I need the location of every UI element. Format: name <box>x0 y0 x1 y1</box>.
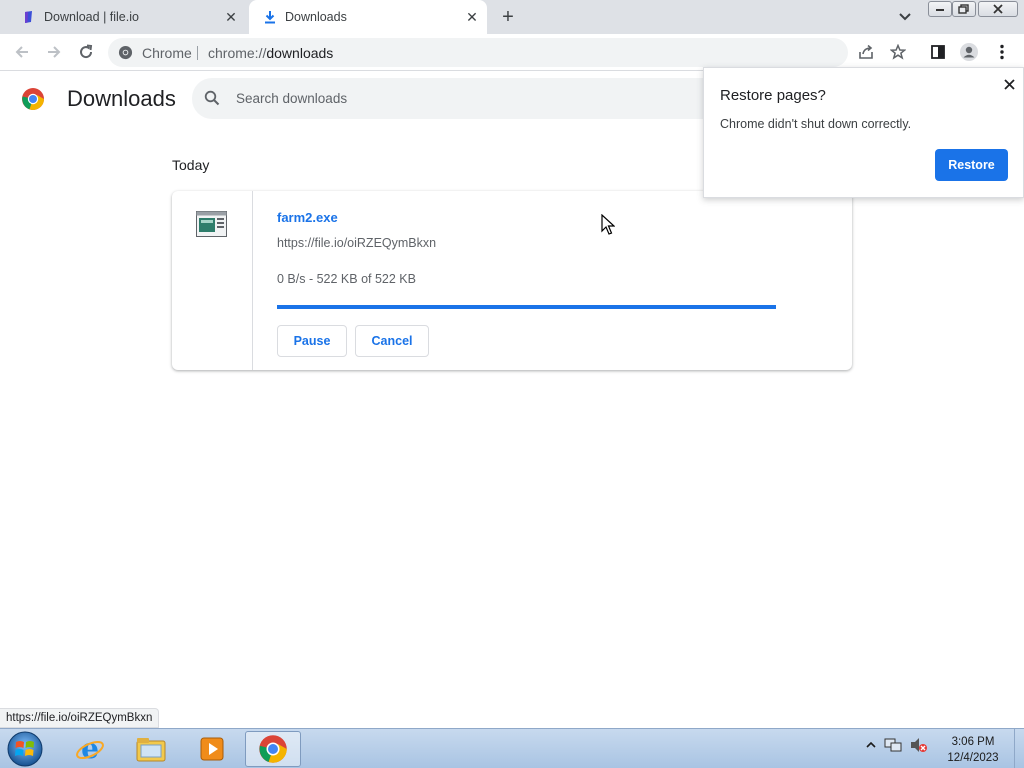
download-status-text: 0 B/s - 522 KB of 522 KB <box>277 272 416 286</box>
url-path: downloads <box>266 45 334 61</box>
show-desktop-button[interactable] <box>1014 729 1024 768</box>
reload-icon[interactable] <box>74 40 98 64</box>
windows-taskbar: e 3:06 PM 12/4/2023 <box>0 728 1024 768</box>
volume-muted-icon[interactable] <box>910 737 928 753</box>
executable-file-icon <box>196 211 227 237</box>
menu-icon[interactable] <box>992 42 1012 62</box>
new-tab-button[interactable]: + <box>496 6 520 28</box>
address-bar[interactable]: Chrome chrome://downloads <box>108 38 848 67</box>
tab-fileio[interactable]: Download | file.io ✕ <box>8 0 246 34</box>
file-explorer-icon[interactable] <box>123 731 179 767</box>
show-hidden-icons-icon[interactable] <box>866 740 876 750</box>
clock-date: 12/4/2023 <box>947 752 999 764</box>
svg-text:e: e <box>81 734 99 764</box>
mouse-cursor-icon <box>601 214 615 235</box>
status-bubble-url: https://file.io/oiRZEQymBkxn <box>0 708 160 728</box>
url-scheme: chrome:// <box>208 45 267 61</box>
search-bar[interactable] <box>192 78 752 119</box>
close-window-button[interactable] <box>978 1 1018 17</box>
chrome-site-icon <box>118 45 133 60</box>
forward-icon[interactable] <box>42 40 66 64</box>
internet-explorer-icon[interactable]: e <box>62 731 118 767</box>
url-text: chrome://downloads <box>208 45 333 61</box>
restore-message: Chrome didn't shut down correctly. <box>720 117 912 131</box>
cancel-button[interactable]: Cancel <box>355 325 429 357</box>
chrome-icon[interactable] <box>245 731 301 767</box>
download-arrow-icon <box>265 11 275 24</box>
profile-icon[interactable] <box>959 42 979 62</box>
file-name-link[interactable]: farm2.exe <box>277 210 338 225</box>
restore-pages-bubble: Restore pages? Chrome didn't shut down c… <box>703 67 1024 198</box>
fileio-logo-icon <box>25 11 32 23</box>
minimize-window-button[interactable] <box>928 1 952 17</box>
pause-button[interactable]: Pause <box>277 325 347 357</box>
chrome-logo-icon <box>22 88 44 110</box>
close-tab-icon[interactable]: ✕ <box>222 8 240 26</box>
network-icon[interactable] <box>884 737 902 753</box>
close-tab-icon[interactable]: ✕ <box>463 8 481 26</box>
tab-title: Download | file.io <box>44 10 139 24</box>
windows-start-icon[interactable] <box>5 730 45 768</box>
restore-button[interactable]: Restore <box>935 149 1008 181</box>
star-icon[interactable] <box>888 42 908 62</box>
taskbar-clock[interactable]: 3:06 PM 12/4/2023 <box>938 734 1008 766</box>
date-section-label: Today <box>172 157 210 173</box>
file-source-url: https://file.io/oiRZEQymBkxn <box>277 236 437 250</box>
search-input[interactable] <box>236 86 716 110</box>
close-icon[interactable] <box>999 74 1019 94</box>
site-label: Chrome <box>142 45 192 61</box>
tab-title: Downloads <box>285 10 347 24</box>
restore-title: Restore pages? <box>720 87 826 104</box>
tab-downloads[interactable]: Downloads ✕ <box>249 0 487 34</box>
page-title: Downloads <box>67 86 176 111</box>
download-progress-bar <box>277 305 776 309</box>
restore-window-button[interactable] <box>952 1 976 17</box>
back-icon[interactable] <box>10 40 34 64</box>
system-tray <box>866 737 928 753</box>
tab-search-chevron-icon[interactable] <box>895 8 915 26</box>
media-player-icon[interactable] <box>184 731 240 767</box>
browser-toolbar: Chrome chrome://downloads <box>0 34 1024 71</box>
search-icon <box>204 90 220 106</box>
omnibox-divider <box>197 46 198 60</box>
download-item-card: farm2.exe https://file.io/oiRZEQymBkxn 0… <box>172 191 852 370</box>
clock-time: 3:06 PM <box>951 736 995 748</box>
card-divider <box>252 191 253 370</box>
tab-strip: Download | file.io ✕ Downloads ✕ + <box>0 0 1024 34</box>
download-progress-fill <box>277 305 776 309</box>
share-icon[interactable] <box>856 42 876 62</box>
side-panel-icon[interactable] <box>928 42 948 62</box>
